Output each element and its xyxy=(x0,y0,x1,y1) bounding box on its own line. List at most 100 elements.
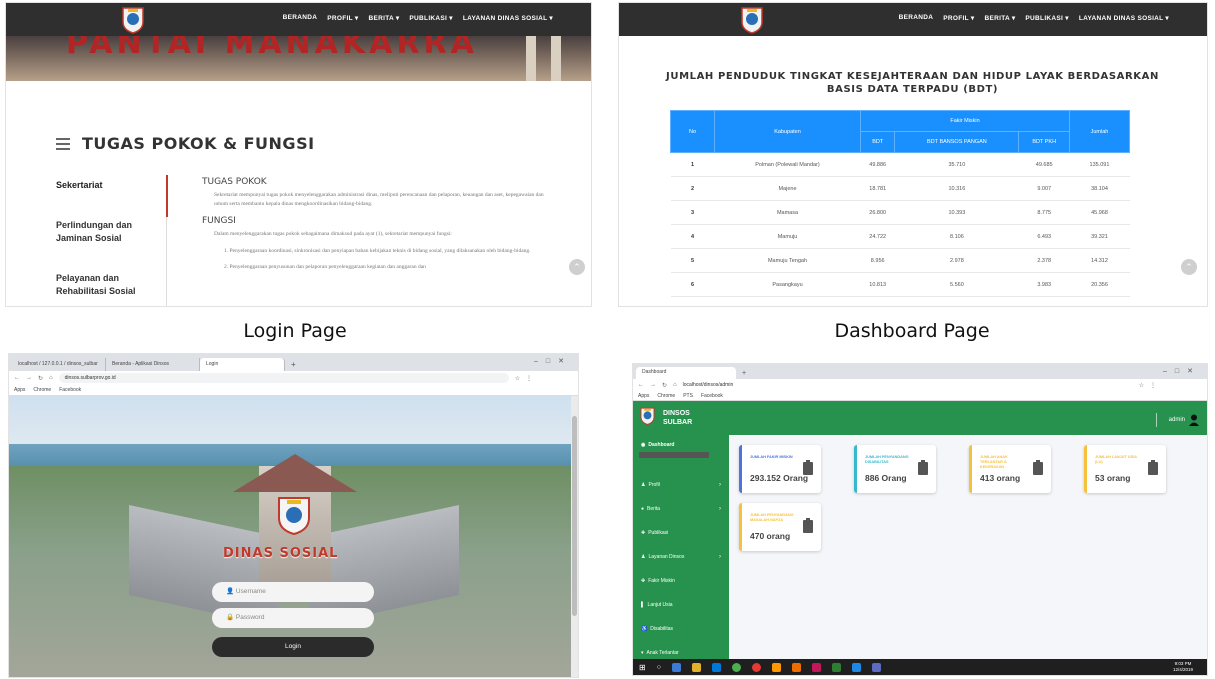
nav-layanan[interactable]: LAYANAN DINAS SOSIAL ▾ xyxy=(463,14,553,22)
bookmark-apps[interactable]: Apps xyxy=(14,385,25,395)
nav-layanan[interactable]: LAYANAN DINAS SOSIAL ▾ xyxy=(1079,14,1169,22)
tab-pelayanan[interactable]: Pelayanan dan Rehabilitasi Sosial xyxy=(56,272,166,298)
store-icon[interactable] xyxy=(711,662,721,672)
windows-start-icon[interactable]: ⊞ xyxy=(639,663,646,672)
cell-no: 1 xyxy=(670,152,715,177)
admin-sidebar: ◉ Dashboard ♟ Profil › ● Berita › ✚ Publikasi … xyxy=(633,435,729,661)
menu-icon[interactable]: ⋮ xyxy=(1150,382,1156,389)
url-input[interactable]: dinsos.sulbarprov.go.id xyxy=(58,373,509,383)
bdt-table: No Kabupaten Fakir Miskin Jumlah BDT BDT… xyxy=(670,110,1130,297)
nav-publikasi[interactable]: PUBLIKASI ▾ xyxy=(409,14,452,22)
reload-icon[interactable]: ↻ xyxy=(38,375,43,382)
table-title: JUMLAH PENDUDUK TINGKAT KESEJAHTERAAN DA… xyxy=(666,71,1159,95)
cell-bansos: 10.393 xyxy=(894,200,1019,225)
scrollbar[interactable] xyxy=(571,396,578,677)
new-tab-icon[interactable]: + xyxy=(736,368,752,379)
app-icon[interactable] xyxy=(831,662,841,672)
elderly-icon: ▌ xyxy=(641,602,645,608)
tab-perlindungan[interactable]: Perlindungan dan Jaminan Sosial xyxy=(56,219,166,245)
taskbar-clock[interactable]: 9:03 PM 12/4/2019 xyxy=(1173,661,1193,673)
scrollbar-thumb[interactable] xyxy=(572,416,577,616)
word-icon[interactable] xyxy=(851,662,861,672)
bookmark-pts[interactable]: PTS xyxy=(683,391,693,400)
xampp-icon[interactable] xyxy=(771,662,781,672)
sidebar-item-anak-terlantar[interactable]: ▾ Anak Terlantar xyxy=(641,650,721,656)
dinsos-logo-icon[interactable] xyxy=(739,6,765,34)
browser-tab[interactable]: Beranda - Aplikasi Dinsos xyxy=(106,358,200,371)
nav-profil[interactable]: PROFIL ▾ xyxy=(943,14,974,22)
opera-icon[interactable] xyxy=(751,662,761,672)
cell-pkh: 2.378 xyxy=(1018,248,1070,273)
app-icon[interactable] xyxy=(811,662,821,672)
login-button[interactable]: Login xyxy=(212,637,374,657)
clipboard-icon xyxy=(1148,460,1158,475)
sidebar-label: Layanan Dinsos xyxy=(648,554,685,560)
new-tab-icon[interactable]: + xyxy=(285,358,302,371)
back-icon[interactable]: ← xyxy=(638,382,644,388)
text-fungsi-1: 1. Penyelenggaraan koordinasi, sinkronis… xyxy=(224,247,531,254)
browser-tab-active[interactable]: Dashboard xyxy=(636,367,736,379)
window-controls[interactable]: –□✕ xyxy=(1163,367,1201,375)
sidebar-label: Lanjut Usia xyxy=(647,602,673,608)
table-body: 1 Polman (Polewali Mandar) 49.886 35.710 49.… xyxy=(670,152,1130,297)
col-group-fakir-miskin: Fakir Miskin xyxy=(860,110,1070,132)
cell-no: 4 xyxy=(670,224,715,249)
sidebar-item-layanan[interactable]: ♟ Layanan Dinsos › xyxy=(641,554,721,560)
dinsos-logo-icon[interactable] xyxy=(639,406,656,426)
list-icon xyxy=(56,137,70,150)
tab-sekertariat[interactable]: Sekertariat xyxy=(56,179,166,192)
password-input[interactable]: 🔒 Password xyxy=(212,608,374,628)
bookmark-facebook[interactable]: Facebook xyxy=(59,385,81,395)
browser-tab-active[interactable]: Login xyxy=(200,358,285,371)
cell-bdt: 18.781 xyxy=(860,176,895,201)
browser-tab[interactable]: localhost / 127.0.0.1 / dinsos_sulbar xyxy=(12,358,106,371)
edge-icon[interactable] xyxy=(671,662,681,672)
forward-icon[interactable]: → xyxy=(650,382,656,388)
search-icon[interactable]: ○ xyxy=(657,664,661,671)
back-icon[interactable]: ← xyxy=(14,375,20,381)
cell-pkh: 9.007 xyxy=(1018,176,1070,201)
caption-login: Login Page xyxy=(243,320,347,342)
bookmark-apps[interactable]: Apps xyxy=(638,391,649,400)
home-icon[interactable]: ⌂ xyxy=(673,382,677,388)
nav-berita[interactable]: BERITA ▾ xyxy=(984,14,1015,22)
dinsos-logo-icon[interactable] xyxy=(120,6,146,34)
star-icon[interactable]: ☆ xyxy=(515,375,520,382)
folder-icon[interactable] xyxy=(691,662,701,672)
url-input[interactable]: localhost/dinsos/admin xyxy=(682,380,1133,390)
forward-icon[interactable]: → xyxy=(26,375,32,381)
bookmark-chrome[interactable]: Chrome xyxy=(657,391,675,400)
menu-icon[interactable]: ⋮ xyxy=(526,375,532,382)
cell-pkh: 6.493 xyxy=(1018,224,1070,249)
active-tab-indicator xyxy=(166,175,168,217)
sidebar-item-fakir-miskin[interactable]: ✤ Fakir Miskin xyxy=(641,578,721,584)
sidebar-item-profil[interactable]: ♟ Profil › xyxy=(641,482,721,488)
bookmark-chrome[interactable]: Chrome xyxy=(33,385,51,395)
scroll-top-icon[interactable]: ⌃ xyxy=(569,259,585,275)
nav-beranda[interactable]: BERANDA xyxy=(899,14,934,22)
building-signage: DINAS SOSIAL xyxy=(223,546,339,561)
username-input[interactable]: 👤 Username xyxy=(212,582,374,602)
bookmark-facebook[interactable]: Facebook xyxy=(701,391,723,400)
nav-profil[interactable]: PROFIL ▾ xyxy=(327,14,358,22)
vscode-icon[interactable] xyxy=(871,662,881,672)
scroll-top-icon[interactable]: ⌃ xyxy=(1181,259,1197,275)
cell-kabupaten: Polman (Polewali Mandar) xyxy=(714,152,861,177)
sidebar-item-publikasi[interactable]: ✚ Publikasi xyxy=(641,530,721,536)
nav-publikasi[interactable]: PUBLIKASI ▾ xyxy=(1025,14,1068,22)
home-icon[interactable]: ⌂ xyxy=(49,375,53,381)
window-controls[interactable]: –□✕ xyxy=(534,357,572,365)
user-icon: ♟ xyxy=(641,482,646,488)
app-icon[interactable] xyxy=(791,662,801,672)
sidebar-search[interactable] xyxy=(639,452,709,458)
nav-berita[interactable]: BERITA ▾ xyxy=(368,14,399,22)
sidebar-item-berita[interactable]: ● Berita › xyxy=(641,506,721,512)
user-menu[interactable]: admin xyxy=(1155,413,1199,427)
sidebar-item-disabilitas[interactable]: ♿ Disabilitas xyxy=(641,626,721,632)
reload-icon[interactable]: ↻ xyxy=(662,382,667,389)
nav-beranda[interactable]: BERANDA xyxy=(283,14,318,22)
sidebar-item-dashboard[interactable]: ◉ Dashboard xyxy=(641,442,721,448)
sidebar-item-lanjut-usia[interactable]: ▌ Lanjut Usia xyxy=(641,602,721,608)
star-icon[interactable]: ☆ xyxy=(1139,382,1144,389)
chrome-icon[interactable] xyxy=(731,662,741,672)
